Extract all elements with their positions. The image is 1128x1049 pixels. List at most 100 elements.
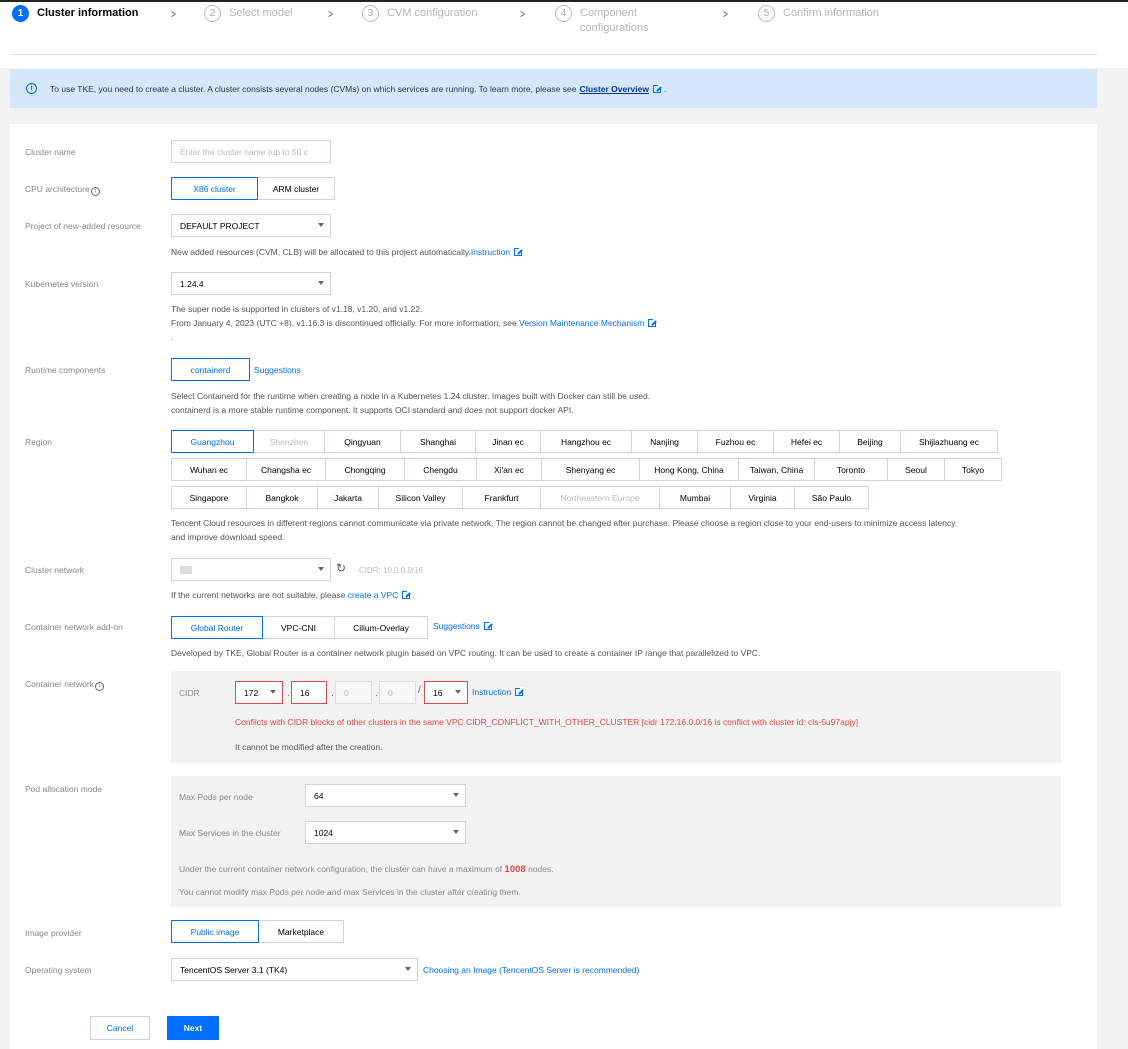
cidr-dot: . — [375, 688, 378, 699]
k8s-version-value: 1.24.4 — [180, 278, 204, 289]
step-1: 1 Cluster information — [12, 5, 138, 22]
cancel-button[interactable]: Cancel — [90, 1016, 150, 1040]
k8s-version-select[interactable]: 1.24.4 — [171, 272, 331, 295]
vpc-select[interactable] — [171, 558, 331, 581]
max-services-value: 1024 — [314, 827, 333, 838]
cidr-label: CIDR — [179, 688, 200, 698]
cilium-overlay-option[interactable]: Cilium-Overlay — [335, 616, 428, 639]
notice-text: To use TKE, you need to create a cluster… — [50, 83, 577, 94]
region-option[interactable]: Seoul — [888, 458, 945, 481]
marketplace-option[interactable]: Marketplace — [259, 920, 344, 943]
os-select[interactable]: TencentOS Server 3.1 (TK4) — [171, 958, 418, 981]
create-vpc-link[interactable]: create a VPC — [348, 590, 399, 600]
step-3: 3 CVM configuration — [362, 5, 478, 22]
region-option[interactable]: Shijiazhuang ec — [901, 430, 998, 453]
k8s-help-line1: The super node is supported in clusters … — [171, 304, 423, 314]
region-option[interactable]: Fuzhou ec — [698, 430, 774, 453]
x86-cluster-option[interactable]: X86 cluster — [171, 177, 258, 200]
region-option[interactable]: Bangkok — [247, 486, 318, 509]
cidr-octet1-select[interactable]: 172 — [235, 681, 283, 704]
region-option[interactable]: Taiwan, China — [739, 458, 815, 481]
image-provider-label: Image provider — [25, 928, 82, 938]
cpu-arch-text: CPU architecture — [25, 184, 90, 194]
caret-down-icon — [405, 967, 411, 971]
region-option[interactable]: Changsha ec — [247, 458, 326, 481]
region-option[interactable]: Shenyang ec — [542, 458, 640, 481]
project-select[interactable]: DEFAULT PROJECT — [171, 214, 331, 237]
pod-alloc-help1-suffix: nodes. — [528, 864, 554, 874]
region-option[interactable]: Mumbai — [660, 486, 731, 509]
addon-label: Container network add-on — [25, 622, 123, 632]
container-network-box: CIDR 172 . 16 . 0 . 0 / 16 Instruction C… — [171, 671, 1061, 763]
region-option[interactable]: Beijing — [840, 430, 901, 453]
region-option[interactable]: Chengdu — [405, 458, 477, 481]
region-option[interactable]: Singapore — [171, 486, 247, 509]
caret-down-icon — [318, 223, 324, 227]
region-option[interactable]: Hong Kong, China — [640, 458, 739, 481]
external-link-icon — [648, 318, 658, 327]
pod-alloc-help2: You cannot modify max Pods per node and … — [179, 887, 521, 897]
region-option[interactable]: Virginia — [731, 486, 795, 509]
divider — [10, 54, 1097, 55]
choosing-image-link[interactable]: Choosing an Image (TencentOS Server is r… — [423, 965, 639, 975]
next-button[interactable]: Next — [167, 1016, 219, 1040]
chevron-right-icon: > — [328, 7, 333, 21]
max-pods-select[interactable]: 64 — [305, 784, 466, 807]
region-option[interactable]: Xi'an ec — [477, 458, 542, 481]
global-router-option[interactable]: Global Router — [171, 616, 263, 639]
max-services-select[interactable]: 1024 — [305, 821, 466, 844]
region-option[interactable]: Qingyuan — [325, 430, 401, 453]
version-maintenance-link[interactable]: Version Maintenance Mechanism — [519, 318, 644, 328]
vpc-cni-option[interactable]: VPC-CNI — [263, 616, 335, 639]
region-option[interactable]: Toronto — [815, 458, 888, 481]
containerd-option[interactable]: containerd — [171, 358, 250, 381]
region-help-line2: and improve download speed. — [171, 532, 285, 542]
region-option[interactable]: Tokyo — [945, 458, 1002, 481]
step-2: 2 Select model — [204, 5, 293, 22]
step-number: 2 — [204, 5, 221, 22]
external-link-icon — [514, 247, 524, 256]
step-label: Select model — [229, 7, 293, 19]
region-option[interactable]: São Paulo — [795, 486, 869, 509]
project-value: DEFAULT PROJECT — [180, 220, 260, 231]
region-option[interactable]: Jakarta — [318, 486, 379, 509]
addon-suggestions: Suggestions — [433, 621, 493, 631]
pod-alloc-help1-text: Under the current container network conf… — [179, 864, 503, 874]
cluster-form: Cluster name Enter the cluster name (up … — [10, 124, 1097, 1049]
cluster-overview-link[interactable]: Cluster Overview — [579, 84, 648, 94]
external-link-icon — [515, 687, 525, 696]
region-label: Region — [25, 437, 52, 447]
cidr-octet2-input[interactable]: 16 — [291, 681, 327, 704]
region-row-2: Wuhan ec Changsha ec Chongqing Chengdu X… — [171, 458, 1002, 481]
cidr-mask-select[interactable]: 16 — [424, 681, 468, 704]
cluster-name-input[interactable]: Enter the cluster name (up to 50 c — [171, 140, 331, 163]
addon-suggestions-link[interactable]: Suggestions — [433, 621, 480, 631]
region-option[interactable]: Frankfurt — [463, 486, 541, 509]
region-option[interactable]: Nanjing — [632, 430, 698, 453]
pod-alloc-label: Pod allocation mode — [25, 784, 103, 794]
step-4: 4 Component configurations — [555, 5, 680, 36]
region-option: Shenzhen — [254, 430, 325, 453]
instruction-link[interactable]: Instruction — [471, 247, 510, 257]
cidr-octet1-value: 172 — [244, 687, 259, 698]
cpu-arch-selector: X86 cluster ARM cluster — [171, 177, 335, 200]
region-option[interactable]: Guangzhou — [171, 430, 254, 453]
region-option[interactable]: Jinan ec — [476, 430, 541, 453]
max-pods-value: 64 — [314, 790, 324, 801]
region-option[interactable]: Shanghai — [401, 430, 476, 453]
region-option[interactable]: Hangzhou ec — [541, 430, 632, 453]
region-option[interactable]: Chongqing — [326, 458, 405, 481]
public-image-option[interactable]: Public image — [171, 920, 259, 943]
region-option[interactable]: Silicon Valley — [379, 486, 463, 509]
region-option[interactable]: Hefei ec — [774, 430, 840, 453]
arm-cluster-option[interactable]: ARM cluster — [258, 177, 335, 200]
cidr-note: It cannot be modified after the creation… — [235, 742, 383, 752]
step-label: CVM configuration — [387, 7, 478, 19]
runtime-suggestions-link[interactable]: Suggestions — [254, 365, 301, 375]
info-notice: i To use TKE, you need to create a clust… — [10, 69, 1097, 108]
k8s-version-label: Kubernetes version — [25, 279, 99, 289]
refresh-icon[interactable]: ↻ — [336, 561, 346, 575]
cidr-instruction-link[interactable]: Instruction — [472, 687, 511, 697]
step-label: Cluster information — [37, 7, 139, 19]
region-option[interactable]: Wuhan ec — [171, 458, 247, 481]
